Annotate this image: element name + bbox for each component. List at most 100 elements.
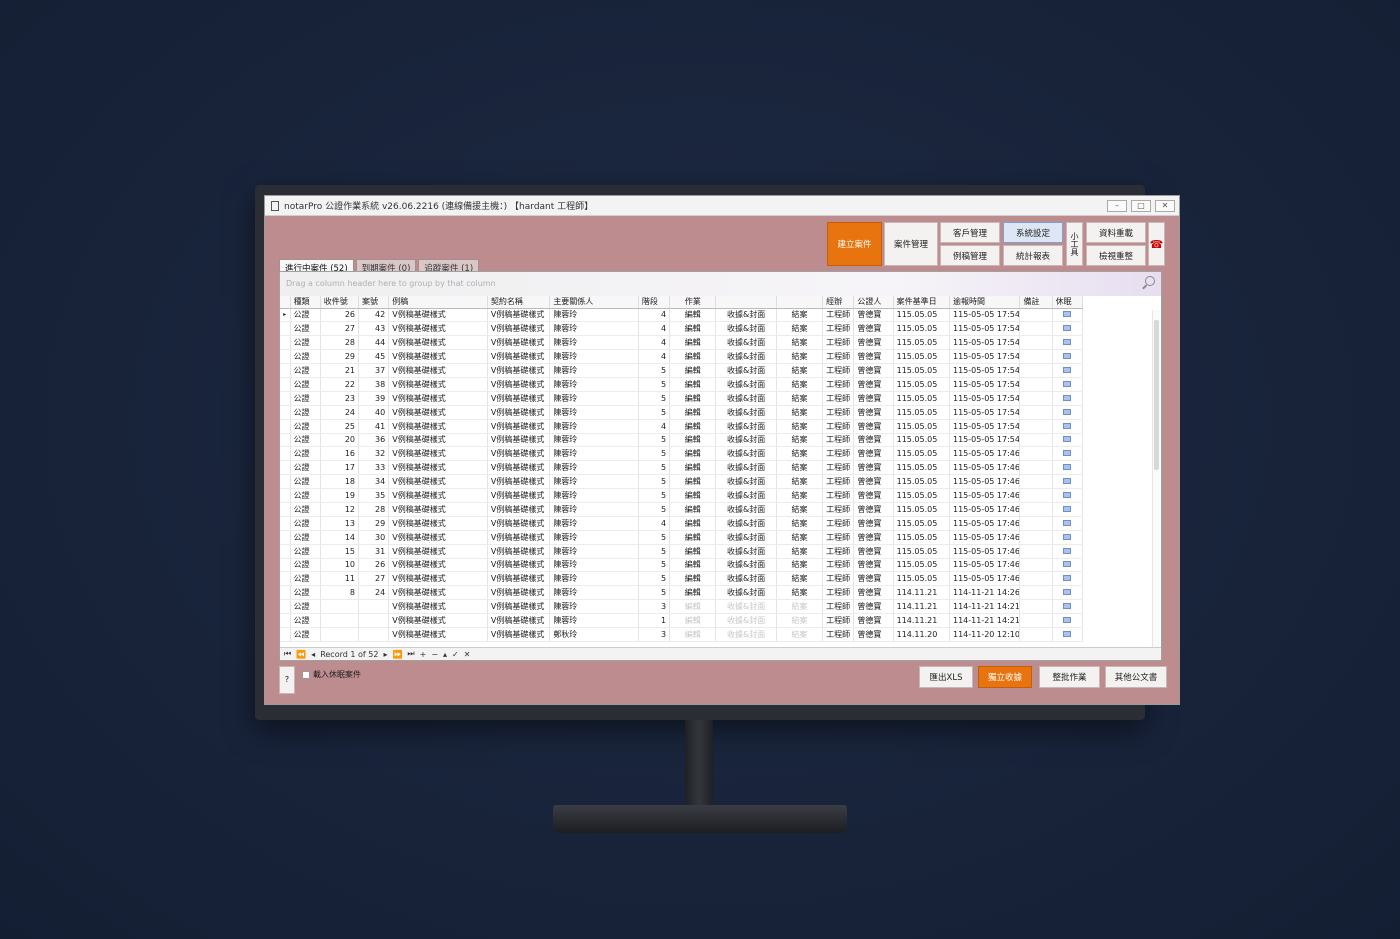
table-cell[interactable]: 編輯 (669, 391, 717, 406)
nav-prev-page-icon[interactable]: ⏪ (296, 650, 306, 659)
row-indicator[interactable] (280, 460, 291, 476)
table-cell[interactable]: 收據&封面 (715, 377, 777, 392)
table-cell[interactable]: 收據&封面 (715, 446, 777, 462)
client-management-button[interactable]: 客戶管理 (940, 222, 1000, 243)
table-cell[interactable]: 編輯 (669, 502, 717, 517)
table-cell[interactable]: 結案 (776, 335, 824, 351)
table-cell[interactable]: 編輯 (669, 460, 717, 476)
hibernate-cell[interactable] (1052, 613, 1084, 628)
hibernate-icon[interactable] (1063, 394, 1072, 401)
nav-prev-icon[interactable]: ◂ (311, 650, 315, 659)
column-header[interactable]: 種類 (290, 296, 321, 309)
create-receipt-button[interactable]: 獨立收據 (978, 666, 1032, 688)
hibernate-icon[interactable] (1063, 575, 1072, 582)
column-header[interactable]: 例稿 (388, 296, 488, 309)
hibernate-cell[interactable] (1052, 446, 1084, 462)
nav-last-icon[interactable]: ⏭ (407, 649, 414, 659)
table-cell[interactable]: 結案 (776, 571, 824, 587)
table-cell[interactable]: 收據&封面 (715, 349, 777, 365)
hibernate-icon[interactable] (1063, 339, 1072, 346)
hibernate-cell[interactable] (1052, 308, 1084, 323)
hibernate-cell[interactable] (1052, 599, 1084, 615)
nav-edit-icon[interactable]: ▴ (443, 650, 447, 659)
hibernate-icon[interactable] (1063, 547, 1072, 554)
hibernate-cell[interactable] (1052, 502, 1084, 517)
hibernate-cell[interactable] (1052, 474, 1084, 490)
hibernate-icon[interactable] (1063, 589, 1072, 596)
row-indicator[interactable] (280, 433, 291, 448)
table-cell[interactable]: 編輯 (669, 377, 717, 392)
help-button[interactable]: ? (279, 666, 295, 694)
table-cell[interactable]: 編輯 (669, 335, 717, 351)
hibernate-cell[interactable] (1052, 377, 1084, 392)
table-row[interactable]: 公證 8 24 V例稿基礎樣式 V例稿基礎樣式 陳蓉玲 5 編輯 收據&封面 結案 工程師 曾德寶 11… (280, 585, 1084, 601)
row-indicator[interactable] (280, 530, 291, 545)
hibernate-cell[interactable] (1052, 488, 1084, 503)
nav-add-icon[interactable]: + (420, 650, 427, 659)
table-cell[interactable]: 結案 (776, 433, 824, 448)
column-header[interactable]: 案號 (358, 296, 390, 309)
hibernate-icon[interactable] (1063, 505, 1072, 512)
hibernate-icon[interactable] (1063, 311, 1072, 318)
column-header[interactable]: 收件號 (320, 296, 360, 309)
hibernate-cell[interactable] (1052, 391, 1084, 406)
row-indicator[interactable] (280, 391, 291, 406)
nav-next-page-icon[interactable]: ⏩ (392, 650, 402, 659)
table-row[interactable]: 公證 23 39 V例稿基礎樣式 V例稿基礎樣式 陳蓉玲 5 編輯 收據&封面 結案 工程師 曾德寶 1… (280, 391, 1084, 406)
table-row[interactable]: 公證 27 43 V例稿基礎樣式 V例稿基礎樣式 陳蓉玲 4 編輯 收據&封面 結案 工程師 曾德寶 1… (280, 321, 1084, 337)
row-indicator[interactable] (280, 321, 291, 337)
hibernate-cell[interactable] (1052, 585, 1084, 601)
table-row[interactable]: 公證 19 35 V例稿基礎樣式 V例稿基礎樣式 陳蓉玲 5 編輯 收據&封面 結案 工程師 曾德寶 1… (280, 488, 1084, 503)
hibernate-cell[interactable] (1052, 571, 1084, 587)
hibernate-icon[interactable] (1063, 436, 1072, 443)
export-xls-button[interactable]: 匯出XLS (919, 666, 973, 688)
load-hibernated-checkbox[interactable]: 載入休眠案件 (302, 669, 361, 680)
table-row[interactable]: 公證 22 38 V例稿基礎樣式 V例稿基礎樣式 陳蓉玲 5 編輯 收據&封面 結案 工程師 曾德寶 1… (280, 377, 1084, 392)
row-indicator[interactable] (280, 405, 291, 420)
table-row[interactable]: 公證 28 44 V例稿基礎樣式 V例稿基礎樣式 陳蓉玲 4 編輯 收據&封面 結案 工程師 曾德寶 1… (280, 335, 1084, 351)
table-cell[interactable]: 結案 (776, 544, 824, 559)
table-cell[interactable]: 收據&封面 (715, 516, 777, 531)
column-header[interactable]: 契約名稱 (487, 296, 551, 309)
column-header[interactable]: 備註 (1019, 296, 1053, 309)
hibernate-icon[interactable] (1063, 630, 1072, 637)
table-cell[interactable]: 編輯 (669, 544, 717, 559)
table-cell[interactable]: 結案 (776, 377, 824, 392)
table-cell[interactable]: 收據&封面 (715, 571, 777, 587)
hibernate-cell[interactable] (1052, 558, 1084, 573)
table-cell[interactable]: 結案 (776, 363, 824, 378)
column-header[interactable] (776, 296, 824, 309)
table-cell[interactable]: 結案 (776, 474, 824, 490)
nav-first-icon[interactable]: ⏮ (284, 649, 291, 659)
hibernate-icon[interactable] (1063, 367, 1072, 373)
hibernate-cell[interactable] (1052, 544, 1084, 559)
table-cell[interactable]: 收據&封面 (715, 627, 777, 642)
row-indicator[interactable] (280, 571, 291, 587)
hibernate-cell[interactable] (1052, 335, 1084, 351)
nav-delete-icon[interactable]: − (431, 650, 438, 659)
column-header[interactable] (715, 296, 777, 309)
table-cell[interactable]: 結案 (776, 419, 824, 434)
table-row[interactable]: 公證 17 33 V例稿基礎樣式 V例稿基礎樣式 陳蓉玲 5 編輯 收據&封面 結案 工程師 曾德寶 1… (280, 460, 1084, 476)
hibernate-icon[interactable] (1063, 617, 1072, 624)
other-documents-button[interactable]: 其他公文書 (1105, 666, 1167, 688)
row-indicator[interactable] (280, 558, 291, 573)
row-indicator[interactable] (280, 488, 291, 503)
table-cell[interactable]: 編輯 (669, 419, 717, 434)
table-row[interactable]: 公證 24 40 V例稿基礎樣式 V例稿基礎樣式 陳蓉玲 5 編輯 收據&封面 結案 工程師 曾德寶 1… (280, 405, 1084, 420)
table-row[interactable]: 公證 21 37 V例稿基礎樣式 V例稿基礎樣式 陳蓉玲 5 編輯 收據&封面 結案 工程師 曾德寶 1… (280, 363, 1084, 378)
column-header[interactable]: 階段 (638, 296, 671, 309)
column-header[interactable]: 主要關係人 (549, 296, 639, 309)
hibernate-cell[interactable] (1052, 627, 1084, 642)
table-cell[interactable]: 編輯 (669, 433, 717, 448)
reload-data-button[interactable]: 資料重載 (1086, 222, 1146, 243)
row-indicator[interactable] (280, 599, 291, 615)
phone-icon[interactable]: ☎ (1148, 222, 1165, 266)
table-cell[interactable]: 編輯 (669, 308, 717, 323)
row-indicator[interactable] (280, 335, 291, 351)
close-button[interactable]: ✕ (1155, 199, 1175, 212)
table-row[interactable]: 公證 V例稿基礎樣式 V例稿基礎樣式 陳蓉玲 1 編輯 收據&封面 結案 工程師 曾德寶 114.1… (280, 613, 1084, 628)
hibernate-cell[interactable] (1052, 530, 1084, 545)
table-cell[interactable]: 收據&封面 (715, 613, 777, 628)
table-cell[interactable]: 編輯 (669, 613, 717, 628)
